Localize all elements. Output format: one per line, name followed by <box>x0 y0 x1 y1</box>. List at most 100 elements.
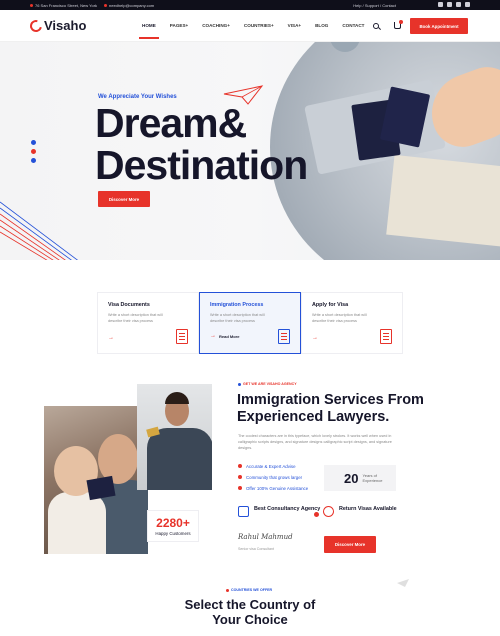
check-item: Accurate & Expert Advise <box>238 463 308 469</box>
slider-dots <box>31 140 36 163</box>
address-info: 76 San Francisco Street, New York <box>30 3 97 8</box>
about-tagline: GET WE ARE VISAHO AGENCY <box>238 382 297 386</box>
twitter-icon[interactable] <box>465 2 470 7</box>
nav-coaching[interactable]: COACHING+ <box>202 23 230 28</box>
service-card-apply-visa[interactable]: Apply for Visa Write a short description… <box>301 292 403 354</box>
customers-number: 2280+ <box>156 516 190 530</box>
logo-mark-icon <box>27 17 45 34</box>
service-card-title: Immigration Process <box>210 302 264 308</box>
consultancy-icon <box>238 506 249 517</box>
years-number: 20 <box>344 470 359 486</box>
passport-icon <box>278 329 290 344</box>
person-shape-2 <box>48 492 106 554</box>
mail-icon <box>104 3 107 7</box>
check-label: Accurate & Expert Advise <box>246 463 296 469</box>
check-icon <box>238 486 242 490</box>
arrow-right-icon[interactable]: → <box>108 335 114 341</box>
hero-title-line2: Destination <box>95 142 308 188</box>
service-card-desc: Write a short description that will desc… <box>108 313 163 323</box>
experience-badge: 20 Years of Experience <box>324 465 396 491</box>
linkedin-icon[interactable] <box>456 2 461 7</box>
about-title-line2: Experienced Lawyers. <box>237 409 390 425</box>
globe-shape <box>330 42 360 52</box>
check-icon <box>238 464 242 468</box>
about-title: Immigration Services From Experienced La… <box>237 392 424 426</box>
help-links[interactable]: Help / Support / Contact <box>353 3 396 8</box>
plane-icon <box>397 579 409 587</box>
customers-counter: 2280+ Happy Customers <box>147 510 199 542</box>
read-more-label: Read More <box>219 333 240 339</box>
logo[interactable]: Visaho <box>27 17 87 34</box>
main-nav: HOME PAGES+ COACHING+ COUNTRIES+ VISA+ B… <box>139 23 378 39</box>
application-icon <box>380 329 392 344</box>
nav-countries[interactable]: COUNTRIES+ <box>244 23 274 28</box>
countries-tag-text: COUNTRIES WE OFFER <box>231 588 273 592</box>
about-title-line1: Immigration Services From <box>237 392 424 408</box>
check-list: Accurate & Expert Advise Community that … <box>238 463 308 496</box>
read-more-link[interactable]: → Read More <box>210 333 239 339</box>
hero-title-line1: Dream <box>95 100 219 146</box>
email-text[interactable]: needhelp@company.com <box>109 3 154 8</box>
service-card-desc: Write a short description that will desc… <box>210 313 265 323</box>
service-card-immigration-process[interactable]: Immigration Process Write a short descri… <box>199 292 301 354</box>
about-description: The coolest characters are in this typef… <box>238 434 392 450</box>
arrow-right-icon[interactable]: → <box>312 335 318 341</box>
facebook-icon[interactable] <box>438 2 443 7</box>
document-icon <box>176 329 188 344</box>
countries-title-line2: Your Choice <box>212 612 288 627</box>
cart-badge <box>399 20 403 24</box>
countries-tagline: COUNTRIES WE OFFER <box>226 588 272 592</box>
years-label: Years of Experience <box>362 473 383 483</box>
decor-lines <box>0 201 78 260</box>
slider-dot-2[interactable] <box>31 149 36 154</box>
book-appointment-button[interactable]: Book Appointment <box>410 18 468 34</box>
address-text: 76 San Francisco Street, New York <box>35 2 98 8</box>
about-discover-button[interactable]: Discover More <box>324 536 376 553</box>
check-label: Community that grows larger <box>246 474 303 480</box>
hero-title: Dream& Destination <box>95 100 308 188</box>
top-bar: 76 San Francisco Street, New York needhe… <box>0 0 500 10</box>
about-image-couple <box>44 406 148 554</box>
email-info[interactable]: needhelp@company.com <box>104 3 154 8</box>
signature: Rahul Mahmud <box>238 533 293 541</box>
service-card-visa-documents[interactable]: Visa Documents Write a short description… <box>97 292 199 354</box>
hero-title-amp: & <box>217 100 248 146</box>
feature-consultancy: Best Consultancy Agency <box>238 506 323 517</box>
nav-home[interactable]: HOME <box>139 23 159 39</box>
hero-section: We Appreciate Your Wishes Dream& Destina… <box>0 42 500 260</box>
nav-visa[interactable]: VISA+ <box>288 23 301 28</box>
nav-blog[interactable]: BLOG <box>315 23 328 28</box>
logo-text: Visaho <box>44 18 87 33</box>
visa-icon <box>323 506 334 517</box>
social-links <box>438 2 470 7</box>
service-card-title: Apply for Visa <box>312 302 349 308</box>
check-item: Community that grows larger <box>238 474 308 480</box>
site-header: Visaho HOME PAGES+ COACHING+ COUNTRIES+ … <box>0 10 500 42</box>
about-image-man <box>137 384 212 490</box>
countries-title: Select the Country of Your Choice <box>150 597 350 627</box>
instagram-icon[interactable] <box>447 2 452 7</box>
nav-contact[interactable]: CONTACT <box>342 23 364 28</box>
feature-row: Best Consultancy Agency Return Visas Ava… <box>238 506 408 517</box>
about-tag-text: GET WE ARE VISAHO AGENCY <box>243 382 297 386</box>
feature-return-visas: Return Visas Available <box>323 506 408 517</box>
search-icon[interactable] <box>373 23 379 29</box>
check-item: Offer 100% Genuine Assistance <box>238 485 308 491</box>
map-shape <box>386 154 500 250</box>
nav-pages[interactable]: PAGES+ <box>170 23 188 28</box>
person-hair <box>165 392 189 404</box>
feature-label: Best Consultancy Agency <box>254 506 321 512</box>
hero-discover-button[interactable]: Discover More <box>98 191 150 207</box>
check-icon <box>238 475 242 479</box>
tag-dot-icon <box>226 588 229 592</box>
services-cards: Visa Documents Write a short description… <box>97 292 403 354</box>
location-icon <box>30 3 33 7</box>
service-card-title: Visa Documents <box>108 302 150 308</box>
person-shape <box>147 428 212 490</box>
check-label: Offer 100% Genuine Assistance <box>246 485 309 491</box>
decor-dot <box>314 512 319 517</box>
slider-dot-3[interactable] <box>31 158 36 163</box>
signature-role: Senior visa Consultant <box>238 547 274 551</box>
customers-label: Happy Customers <box>155 531 191 536</box>
slider-dot-1[interactable] <box>31 140 36 145</box>
